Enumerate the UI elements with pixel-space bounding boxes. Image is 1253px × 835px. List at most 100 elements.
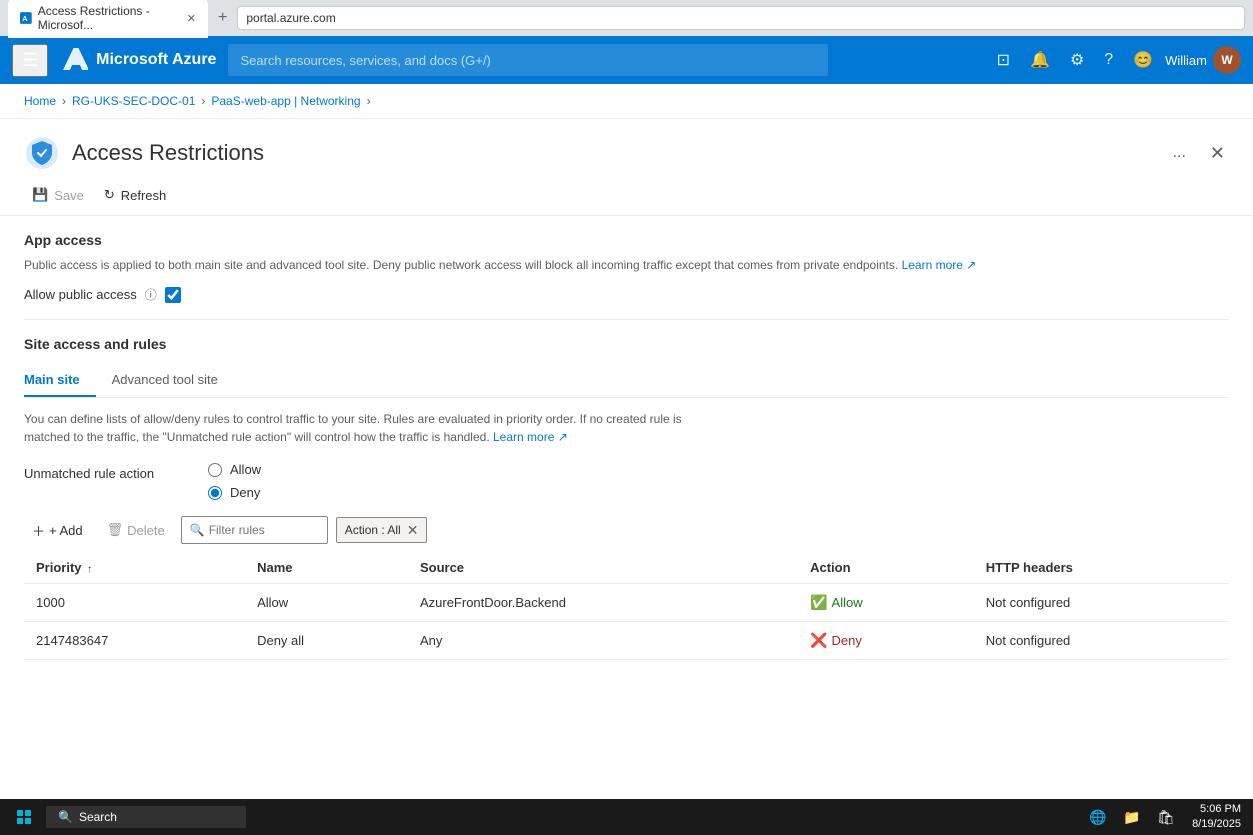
azure-logo: Microsoft Azure (60, 46, 216, 74)
tab-main-site[interactable]: Main site (24, 364, 96, 397)
new-tab-button[interactable]: + (212, 7, 233, 29)
taskbar-system-icons: 🌐 📁 🛍 (1082, 801, 1182, 833)
toolbar: 💾 Save ↻ Refresh (0, 171, 1253, 216)
radio-deny[interactable] (208, 486, 222, 500)
browser-tab[interactable]: A Access Restrictions - Microsof... ✕ (8, 0, 208, 38)
sort-icon: ↑ (87, 564, 92, 575)
action-cell-wrapper: ✅Allow (798, 584, 974, 622)
site-access-section: Site access and rules Main site Advanced… (0, 320, 1253, 676)
hamburger-menu[interactable]: ☰ (12, 44, 48, 77)
svg-text:A: A (22, 14, 28, 23)
col-source: Source (408, 552, 798, 584)
breadcrumb: Home › RG-UKS-SEC-DOC-01 › PaaS-web-app … (0, 84, 1253, 119)
save-button[interactable]: 💾 Save (24, 183, 92, 207)
page-title: Access Restrictions (72, 140, 1153, 166)
source-cell: AzureFrontDoor.Backend (408, 584, 798, 622)
table-row[interactable]: 1000 Allow AzureFrontDoor.Backend ✅Allow… (24, 584, 1229, 622)
breadcrumb-parent[interactable]: PaaS-web-app | Networking (211, 94, 360, 108)
taskbar-store-icon[interactable]: 🛍 (1150, 801, 1182, 833)
add-icon: ＋ (32, 521, 45, 540)
filter-tag-close[interactable]: ✕ (407, 522, 419, 539)
info-icon[interactable]: ⓘ (145, 286, 157, 303)
start-button[interactable] (4, 799, 44, 835)
delete-rule-button[interactable]: 🗑 Delete (99, 518, 173, 542)
priority-cell: 1000 (24, 584, 245, 622)
app-access-title: App access (24, 232, 1229, 248)
http-headers-cell: Not configured (974, 622, 1229, 660)
breadcrumb-home[interactable]: Home (24, 94, 56, 108)
azure-search[interactable] (228, 44, 828, 76)
address-bar[interactable] (237, 6, 1245, 30)
close-button[interactable]: ✕ (1206, 139, 1229, 168)
name-cell: Allow (245, 584, 408, 622)
radio-deny-row: Deny (208, 485, 261, 500)
user-avatar: W (1213, 46, 1241, 74)
col-action: Action (798, 552, 974, 584)
filter-input[interactable] (209, 523, 319, 537)
tab-close-icon[interactable]: ✕ (187, 12, 196, 25)
action-cell: ❌Deny (810, 632, 962, 649)
taskbar-clock: 5:06 PM 8/19/2025 (1184, 802, 1249, 833)
settings-icon[interactable]: ⚙ (1062, 44, 1092, 76)
rules-toolbar: ＋ + Add 🗑 Delete 🔍 Action : All ✕ (24, 516, 1229, 544)
azure-topnav: ☰ Microsoft Azure ⊡ 🔔 ⚙ ? 😊 William W (0, 36, 1253, 84)
user-section[interactable]: William W (1165, 46, 1241, 74)
radio-allow[interactable] (208, 463, 222, 477)
refresh-icon: ↻ (104, 187, 115, 203)
tab-description: You can define lists of allow/deny rules… (24, 410, 724, 446)
name-cell: Deny all (245, 622, 408, 660)
radio-deny-label: Deny (230, 485, 260, 500)
col-name: Name (245, 552, 408, 584)
col-http-headers: HTTP headers (974, 552, 1229, 584)
user-name: William (1165, 53, 1207, 68)
table-row[interactable]: 2147483647 Deny all Any ❌Deny Not config… (24, 622, 1229, 660)
taskbar-browser-icon[interactable]: 🌐 (1082, 801, 1114, 833)
tab-advanced-tool-site[interactable]: Advanced tool site (96, 364, 234, 397)
site-access-learn-more[interactable]: Learn more ↗ (493, 430, 568, 444)
feedback-icon[interactable]: 😊 (1125, 44, 1161, 76)
filter-tag-label: Action : All (345, 523, 401, 537)
nav-icons: ⊡ 🔔 ⚙ ? 😊 William W (989, 44, 1241, 76)
search-input[interactable] (228, 44, 828, 76)
source-cell: Any (408, 622, 798, 660)
cloud-shell-icon[interactable]: ⊡ (989, 44, 1018, 76)
allow-public-access-checkbox[interactable] (165, 287, 181, 303)
taskbar-search-icon: 🔍 (58, 810, 73, 824)
notifications-icon[interactable]: 🔔 (1022, 44, 1058, 76)
unmatched-rule-section: Unmatched rule action Allow Deny (24, 462, 1229, 500)
page-icon (24, 135, 60, 171)
breadcrumb-sep-3: › (367, 94, 371, 108)
action-cell: ✅Allow (810, 594, 962, 611)
save-label: Save (54, 188, 84, 203)
allow-icon: ✅ (810, 594, 827, 611)
breadcrumb-sep-2: › (201, 94, 205, 108)
table-header-row: Priority ↑ Name Source Action HTTP heade… (24, 552, 1229, 584)
site-access-title: Site access and rules (24, 336, 1229, 352)
taskbar-file-icon[interactable]: 📁 (1116, 801, 1148, 833)
refresh-label: Refresh (121, 188, 167, 203)
app-access-description: Public access is applied to both main si… (24, 256, 1229, 274)
allow-public-access-row: Allow public access ⓘ (24, 286, 1229, 303)
ellipsis-button[interactable]: ... (1165, 140, 1194, 166)
filter-tag: Action : All ✕ (336, 517, 428, 543)
filter-input-wrapper[interactable]: 🔍 (181, 516, 328, 544)
browser-chrome: A Access Restrictions - Microsof... ✕ + (0, 0, 1253, 36)
refresh-button[interactable]: ↻ Refresh (96, 183, 174, 207)
page-content: Access Restrictions ... ✕ 💾 Save ↻ Refre… (0, 119, 1253, 834)
rules-table: Priority ↑ Name Source Action HTTP heade… (24, 552, 1229, 660)
col-priority[interactable]: Priority ↑ (24, 552, 245, 584)
help-icon[interactable]: ? (1096, 45, 1121, 75)
page-header: Access Restrictions ... ✕ (0, 119, 1253, 171)
action-cell-wrapper: ❌Deny (798, 622, 974, 660)
tab-title: Access Restrictions - Microsof... (38, 4, 181, 32)
taskbar-search[interactable]: 🔍 Search (46, 806, 246, 828)
priority-cell: 2147483647 (24, 622, 245, 660)
save-icon: 💾 (32, 187, 48, 203)
add-rule-button[interactable]: ＋ + Add (24, 517, 91, 544)
app-access-learn-more[interactable]: Learn more ↗ (902, 258, 977, 272)
delete-icon: 🗑 (107, 522, 124, 538)
taskbar-date: 8/19/2025 (1192, 817, 1241, 832)
delete-label: Delete (127, 523, 165, 538)
breadcrumb-rg[interactable]: RG-UKS-SEC-DOC-01 (72, 94, 195, 108)
allow-public-access-label: Allow public access (24, 287, 137, 302)
